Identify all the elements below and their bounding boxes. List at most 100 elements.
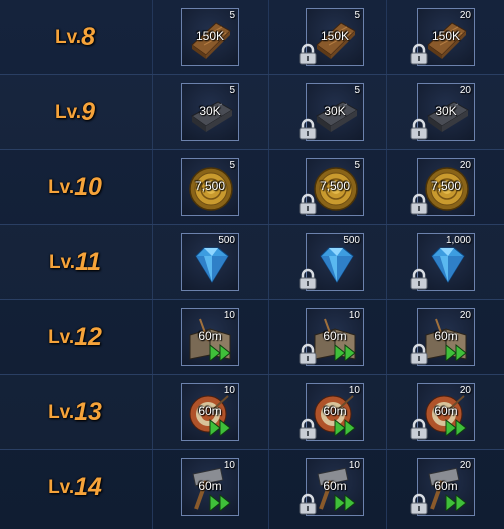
level-prefix: Lv.: [48, 401, 75, 423]
level-number: 8: [81, 23, 95, 51]
reward-item-slot[interactable]: 5 30K: [299, 83, 364, 141]
item-value: 60m: [434, 329, 458, 343]
item-value: 30K: [435, 104, 457, 118]
item-quantity: 20: [459, 460, 471, 471]
level-number: 14: [74, 473, 102, 501]
reward-item-slot[interactable]: 20 60m: [410, 308, 475, 366]
item-quantity: 10: [223, 460, 235, 471]
reward-row-level-13: Lv. 13 10 60m 10 60m 20 60m: [0, 374, 504, 449]
item-value: 60m: [323, 404, 347, 418]
reward-row-level-14: Lv. 14 10 60m 10 60m 20 60m: [0, 449, 504, 524]
level-label: Lv. 12: [0, 300, 150, 375]
item-value: 60m: [434, 404, 458, 418]
reward-item-slot[interactable]: 500: [299, 233, 364, 291]
item-quantity: 5: [229, 10, 235, 21]
item-quantity: 5: [354, 160, 360, 171]
level-number: 11: [75, 248, 101, 276]
item-value: 60m: [323, 479, 347, 493]
level-prefix: Lv.: [48, 176, 75, 198]
level-number: 10: [74, 173, 102, 201]
item-value: 7,500: [194, 179, 226, 193]
item-value: 7,500: [430, 179, 462, 193]
padlock-icon: [299, 343, 317, 365]
padlock-icon: [299, 493, 317, 515]
level-label: Lv. 9: [0, 75, 150, 150]
item-quantity: 20: [459, 10, 471, 21]
reward-item-slot[interactable]: 5 150K: [181, 8, 239, 66]
item-value: 30K: [199, 104, 221, 118]
reward-row-level-12: Lv. 12 10 60m 10 60m 20 60m: [0, 299, 504, 374]
padlock-icon: [410, 118, 428, 140]
reward-row-level-10: Lv. 10 5 7,500 5 7,500 20 7,500: [0, 149, 504, 224]
item-quantity: 20: [459, 385, 471, 396]
level-label: Lv. 11: [0, 225, 150, 300]
item-quantity: 10: [348, 310, 360, 321]
padlock-icon: [299, 43, 317, 65]
padlock-icon: [299, 268, 317, 290]
item-quantity: 20: [459, 85, 471, 96]
item-quantity: 500: [343, 235, 360, 246]
reward-item-slot[interactable]: 20 7,500: [410, 158, 475, 216]
reward-item-slot[interactable]: 500: [181, 233, 239, 291]
padlock-icon: [410, 268, 428, 290]
reward-row-level-11: Lv. 11 500 500 1,000: [0, 224, 504, 299]
reward-item-slot[interactable]: 5 150K: [299, 8, 364, 66]
reward-row-level-8: Lv. 8 5 150K 5 150K 20 150K: [0, 0, 504, 74]
level-label: Lv. 13: [0, 375, 150, 450]
item-quantity: 5: [354, 85, 360, 96]
item-value: 150K: [195, 29, 225, 43]
level-number: 12: [74, 323, 102, 351]
level-number: 13: [74, 398, 102, 426]
reward-item-slot[interactable]: 10 60m: [299, 383, 364, 441]
item-value: 150K: [431, 29, 461, 43]
level-number: 9: [81, 98, 95, 126]
level-prefix: Lv.: [48, 326, 75, 348]
reward-item-slot[interactable]: 20 30K: [410, 83, 475, 141]
item-quantity: 5: [354, 10, 360, 21]
reward-item-slot[interactable]: 10 60m: [181, 308, 239, 366]
padlock-icon: [299, 118, 317, 140]
item-quantity: 20: [459, 310, 471, 321]
reward-item-slot[interactable]: 10 60m: [181, 383, 239, 441]
padlock-icon: [299, 193, 317, 215]
item-quantity: 10: [223, 310, 235, 321]
item-value: 30K: [324, 104, 346, 118]
level-prefix: Lv.: [49, 251, 76, 273]
item-quantity: 20: [459, 160, 471, 171]
item-quantity: 500: [218, 235, 235, 246]
level-label: Lv. 8: [0, 0, 150, 75]
padlock-icon: [410, 418, 428, 440]
reward-table: Lv. 8 5 150K 5 150K 20 150K Lv. 9 5 30K 5 30K 20 30K Lv.…: [0, 0, 504, 529]
padlock-icon: [410, 493, 428, 515]
reward-item-slot[interactable]: 20 150K: [410, 8, 475, 66]
item-value: 60m: [198, 329, 222, 343]
padlock-icon: [410, 43, 428, 65]
reward-item-slot[interactable]: 10 60m: [299, 458, 364, 516]
item-quantity: 5: [229, 160, 235, 171]
item-value: 7,500: [319, 179, 351, 193]
item-quantity: 5: [229, 85, 235, 96]
reward-item-slot[interactable]: 20 60m: [410, 458, 475, 516]
item-value: 60m: [198, 404, 222, 418]
item-quantity: 1,000: [445, 235, 471, 246]
item-value: 60m: [198, 479, 222, 493]
reward-item-slot[interactable]: 10 60m: [181, 458, 239, 516]
level-label: Lv. 10: [0, 150, 150, 225]
item-value: 60m: [434, 479, 458, 493]
item-quantity: 10: [348, 460, 360, 471]
level-prefix: Lv.: [48, 476, 75, 498]
reward-item-slot[interactable]: 5 7,500: [181, 158, 239, 216]
reward-item-slot[interactable]: 20 60m: [410, 383, 475, 441]
reward-item-slot[interactable]: 1,000: [410, 233, 475, 291]
reward-item-slot[interactable]: 10 60m: [299, 308, 364, 366]
item-value: 150K: [320, 29, 350, 43]
padlock-icon: [410, 343, 428, 365]
padlock-icon: [299, 418, 317, 440]
reward-item-slot[interactable]: 5 30K: [181, 83, 239, 141]
item-value: 60m: [323, 329, 347, 343]
item-quantity: 10: [348, 385, 360, 396]
reward-row-level-9: Lv. 9 5 30K 5 30K 20 30K: [0, 74, 504, 149]
gem-icon: [195, 247, 229, 283]
reward-item-slot[interactable]: 5 7,500: [299, 158, 364, 216]
level-prefix: Lv.: [55, 26, 82, 48]
